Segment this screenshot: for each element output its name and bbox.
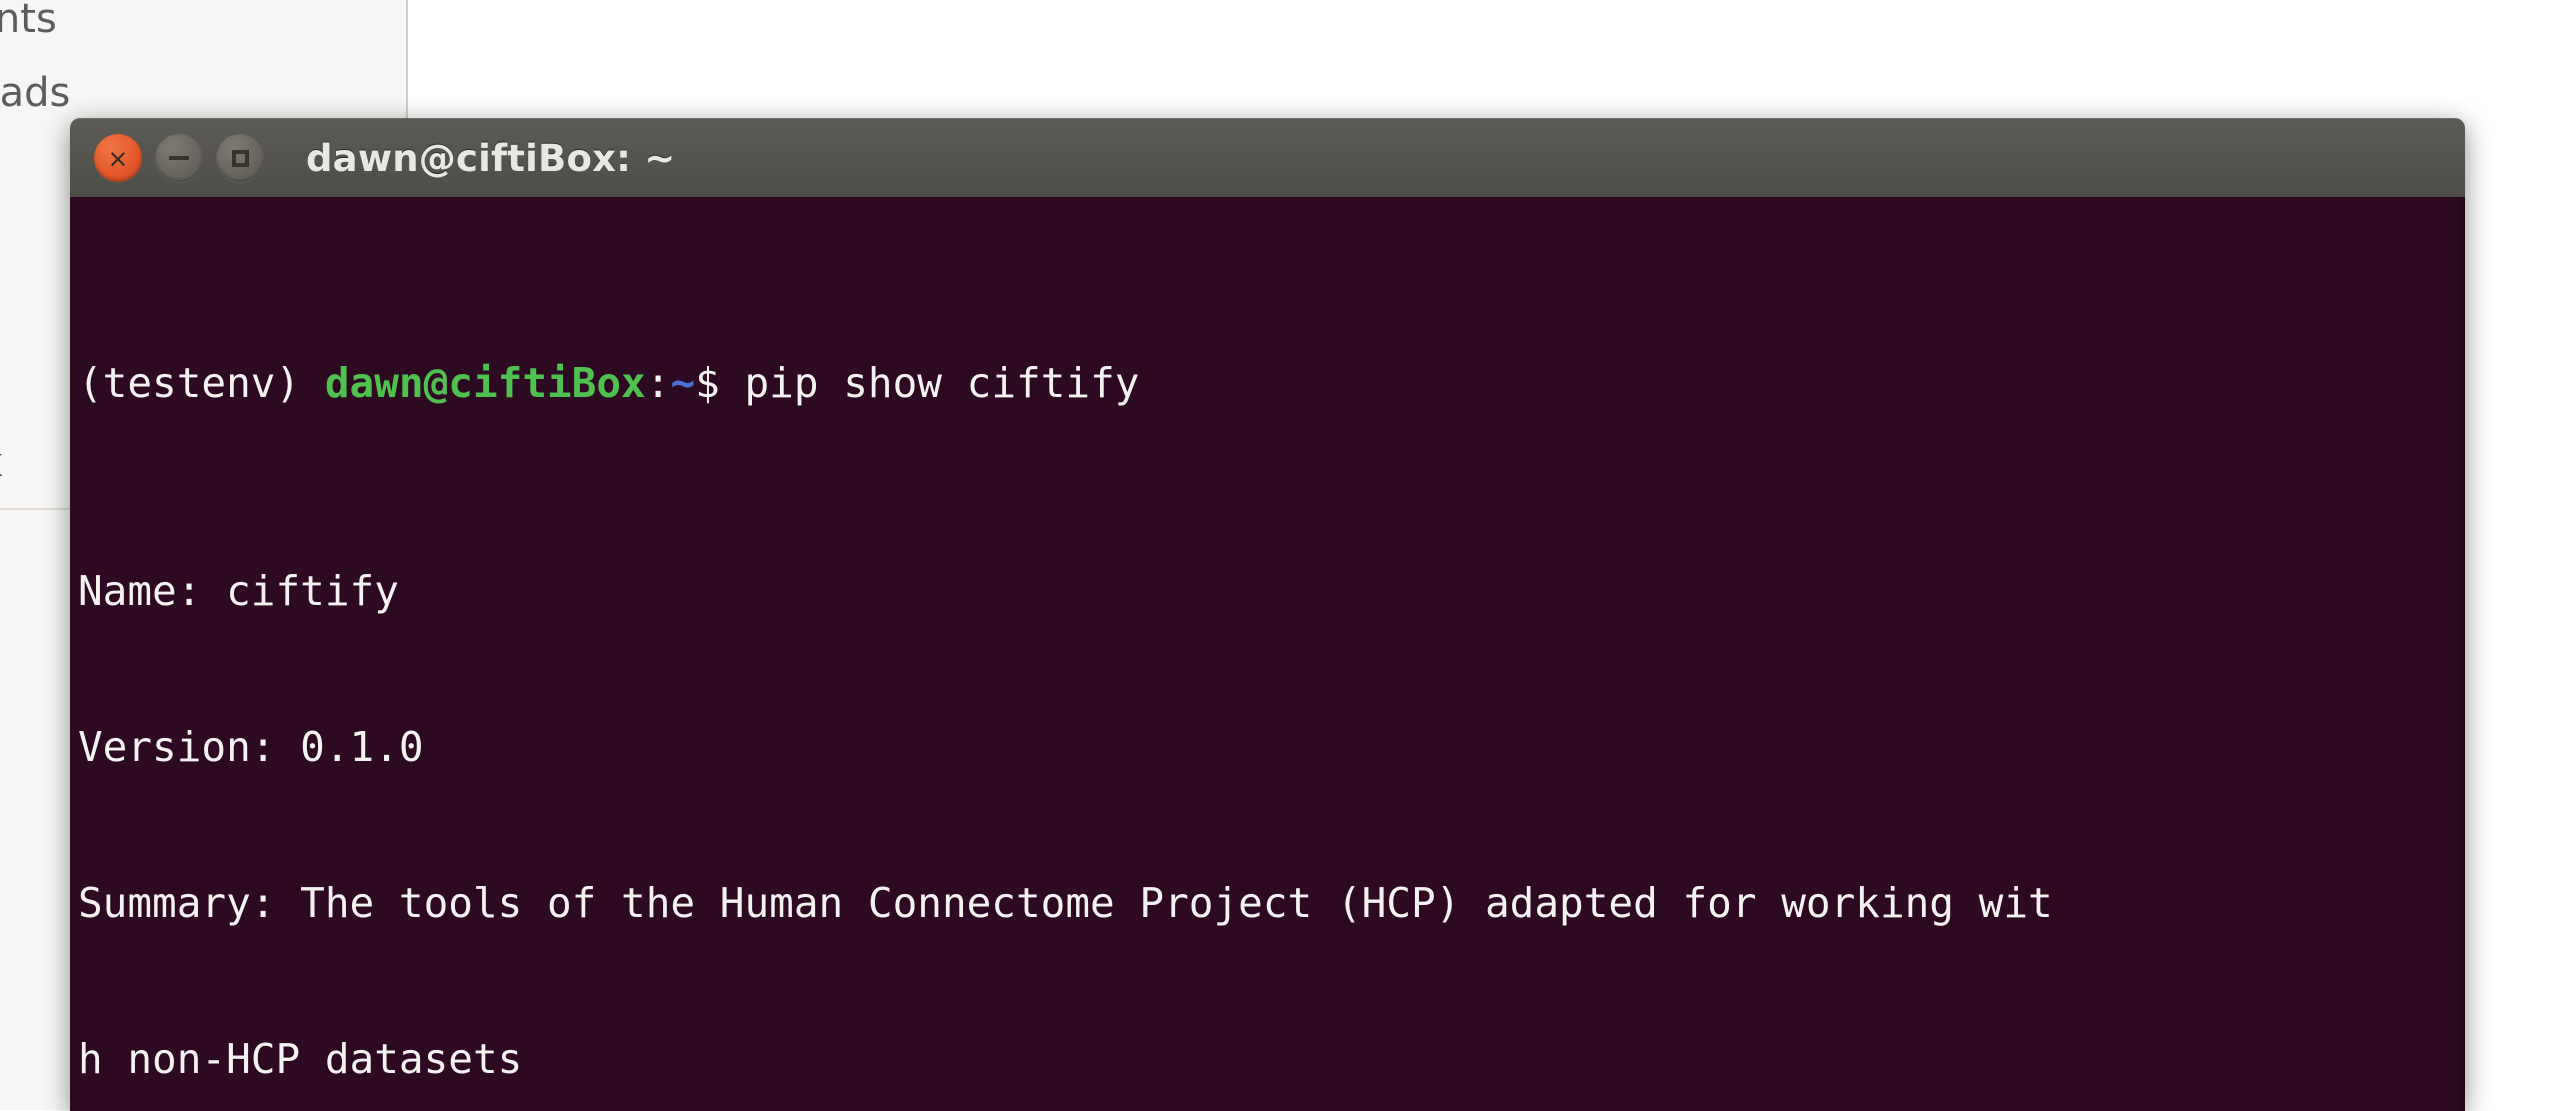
prompt-path: ~ [670,359,696,407]
terminal-titlebar[interactable]: × dawn@ciftiBox: ~ [70,118,2465,197]
minimize-window-button[interactable] [155,134,203,182]
terminal-window[interactable]: × dawn@ciftiBox: ~ (testenv) dawn@ciftiB… [70,118,2465,1111]
output-text: Version: 0.1.0 [78,723,424,771]
prompt-dollar: $ [695,359,745,407]
prompt-env: (testenv) [78,359,325,407]
window-controls: × [94,134,264,182]
terminal-line-version: Version: 0.1.0 [78,721,2465,773]
terminal-edge-shadow [2455,197,2465,1111]
maximize-window-button[interactable] [216,134,264,182]
output-text: h non-HCP datasets [78,1035,523,1083]
sidebar-item-label: wnloads [0,70,71,116]
sidebar-item-label: work [0,440,3,486]
output-text: Name: ciftify [78,567,399,615]
terminal-output-area[interactable]: (testenv) dawn@ciftiBox:~$ pip show cift… [70,197,2465,1111]
sidebar-item-label: uments [0,0,57,42]
terminal-line-name: Name: ciftify [78,565,2465,617]
output-text: Summary: The tools of the Human Connecto… [78,879,2053,927]
minimize-icon [169,156,189,160]
sidebar-item-documents[interactable]: uments [0,0,408,56]
prompt-user-host: dawn@ciftiBox [324,359,646,407]
close-icon: × [107,143,129,173]
prompt-colon: : [645,359,671,407]
terminal-line-summary: Summary: The tools of the Human Connecto… [78,877,2465,929]
terminal-text: (testenv) dawn@ciftiBox:~$ pip show cift… [70,201,2465,1111]
maximize-icon [231,149,249,167]
window-title: dawn@ciftiBox: ~ [306,136,676,180]
terminal-line-command: (testenv) dawn@ciftiBox:~$ pip show cift… [78,357,2465,409]
terminal-line-summary-wrap: h non-HCP datasets [78,1033,2465,1085]
terminal-command: pip show ciftify [744,359,1140,407]
close-window-button[interactable]: × [94,134,142,182]
